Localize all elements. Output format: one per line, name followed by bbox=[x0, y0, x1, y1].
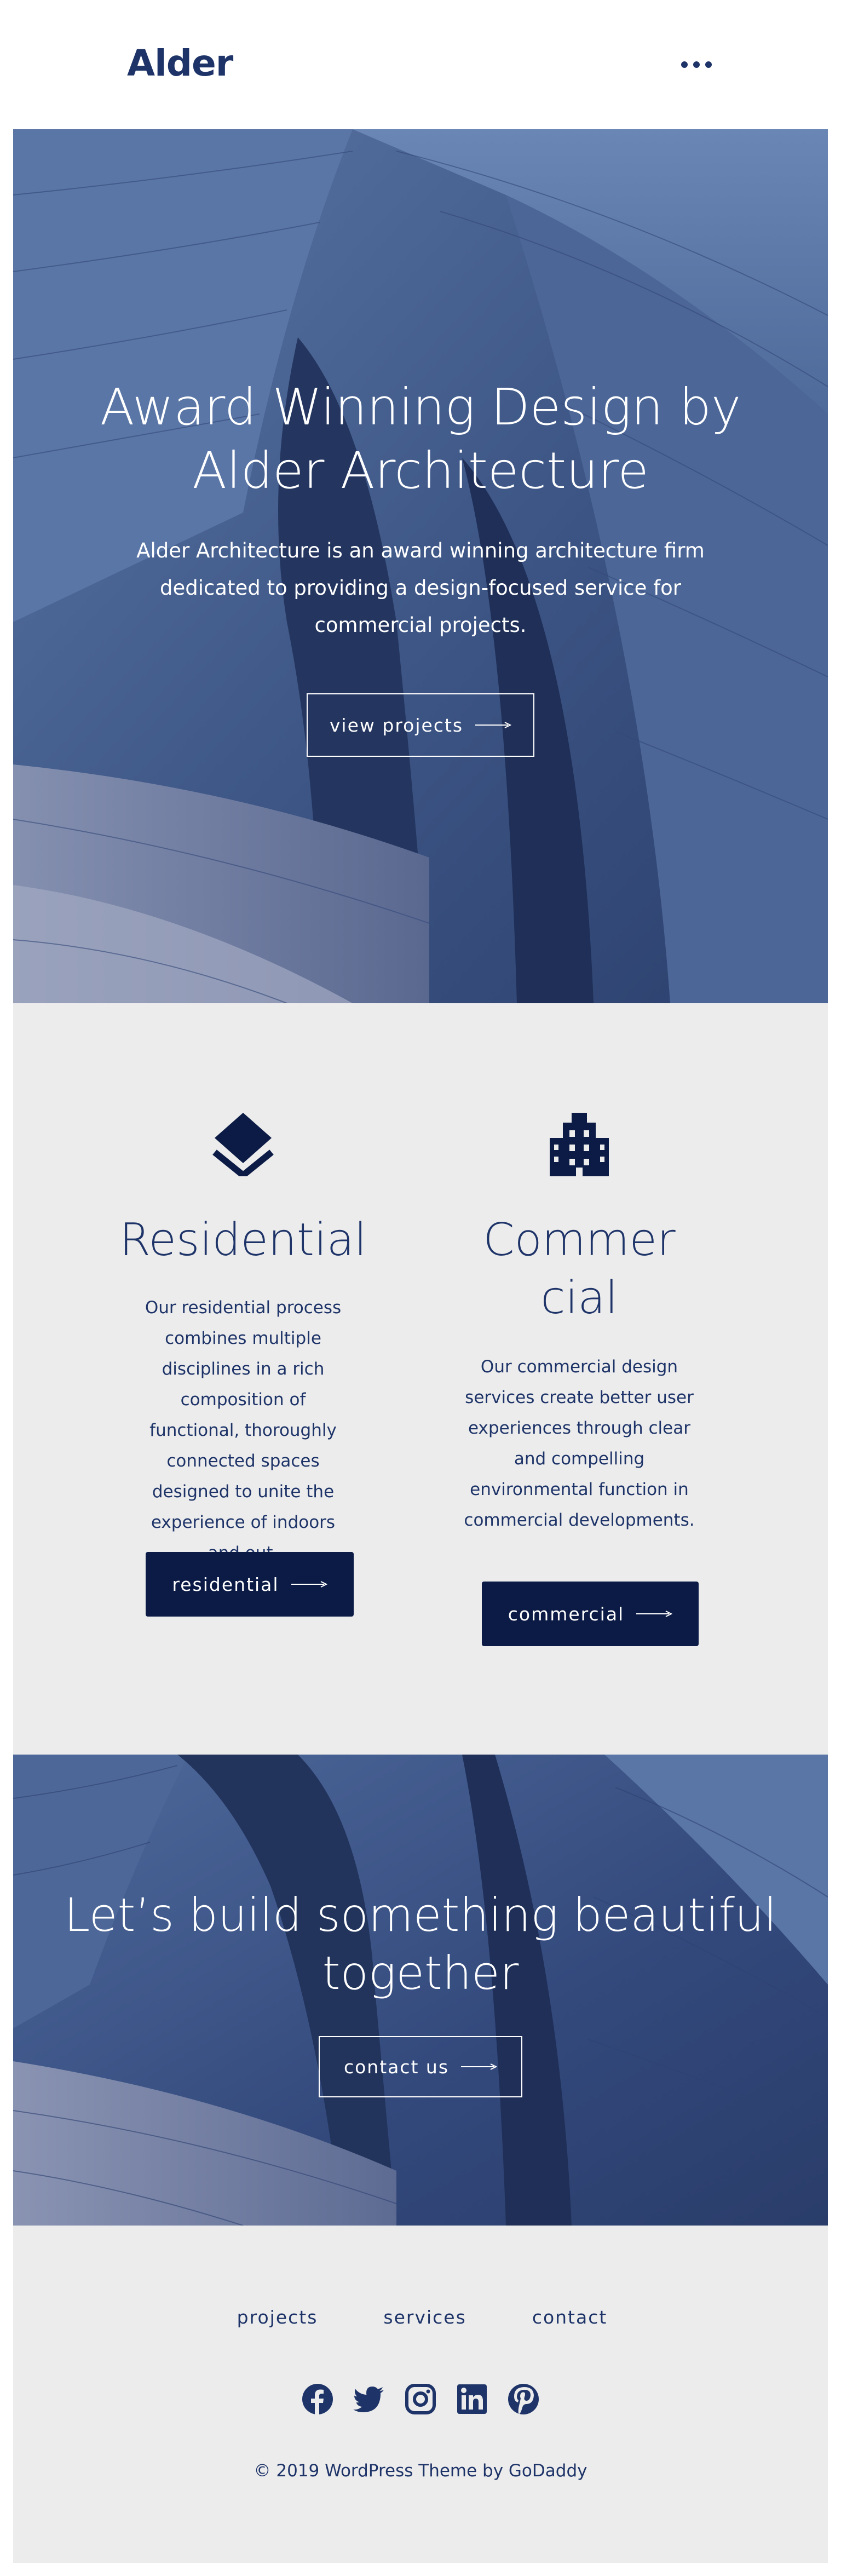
site-header: Alder bbox=[0, 0, 841, 129]
instagram-icon[interactable] bbox=[405, 2383, 436, 2415]
contact-us-button[interactable]: contact us bbox=[319, 2036, 522, 2097]
services-section: Residential Our residential process comb… bbox=[13, 1003, 828, 1755]
menu-dot bbox=[693, 61, 700, 68]
arrow-right-icon bbox=[475, 722, 512, 728]
building-icon bbox=[550, 1113, 609, 1176]
menu-dot bbox=[705, 61, 712, 68]
site-logo[interactable]: Alder bbox=[127, 42, 233, 85]
residential-title: Residential bbox=[119, 1214, 367, 1266]
hero-description: Alder Architecture is an award winning a… bbox=[136, 539, 705, 637]
footer-link-projects[interactable]: projects bbox=[237, 2307, 318, 2328]
contact-us-label: contact us bbox=[343, 2056, 450, 2078]
cta-title-line-1: Let’s build something beautiful bbox=[64, 1888, 777, 1942]
linkedin-icon[interactable] bbox=[456, 2383, 488, 2415]
hero-title-line-2: Alder Architecture bbox=[192, 441, 649, 500]
cta-title-line-2: together bbox=[322, 1946, 519, 2000]
pinterest-icon[interactable] bbox=[508, 2383, 539, 2415]
residential-description: Our residential process combines multipl… bbox=[145, 1298, 342, 1563]
footer-link-contact[interactable]: contact bbox=[532, 2307, 608, 2328]
site-footer: projects services contact © 2019 WordPre… bbox=[13, 2226, 828, 2563]
cta-section: Let’s build something beautiful together… bbox=[13, 1755, 828, 2226]
hero-title-line-1: Award Winning Design by bbox=[100, 378, 741, 436]
copyright-text: © 2019 WordPress Theme by GoDaddy bbox=[254, 2461, 587, 2481]
more-horizontal-icon[interactable] bbox=[681, 57, 712, 72]
layers-icon bbox=[212, 1113, 274, 1176]
hero-content: Award Winning Design by Alder Architectu… bbox=[13, 129, 828, 1003]
arrow-right-icon bbox=[636, 1611, 673, 1617]
social-links bbox=[13, 2383, 828, 2415]
facebook-icon[interactable] bbox=[302, 2383, 333, 2415]
arrow-right-icon bbox=[461, 2063, 498, 2070]
footer-nav: projects services contact bbox=[13, 2307, 828, 2328]
hero-title: Award Winning Design by Alder Architectu… bbox=[13, 376, 828, 503]
hero-section: Award Winning Design by Alder Architectu… bbox=[13, 129, 828, 1003]
cta-title: Let’s build something beautiful together bbox=[13, 1886, 828, 2002]
commercial-description: Our commercial design services create be… bbox=[464, 1357, 695, 1530]
twitter-icon[interactable] bbox=[353, 2383, 385, 2415]
footer-link-services[interactable]: services bbox=[383, 2307, 466, 2328]
commercial-title: Commercial bbox=[483, 1214, 676, 1324]
view-projects-button[interactable]: view projects bbox=[307, 693, 534, 757]
view-projects-label: view projects bbox=[329, 714, 464, 736]
bottom-strip bbox=[0, 2563, 841, 2576]
arrow-right-icon bbox=[291, 1581, 327, 1588]
commercial-button[interactable]: commercial bbox=[482, 1582, 699, 1646]
commercial-button-label: commercial bbox=[508, 1603, 625, 1625]
residential-button-label: residential bbox=[172, 1573, 279, 1595]
menu-dot bbox=[681, 61, 688, 68]
residential-button[interactable]: residential bbox=[146, 1552, 354, 1617]
